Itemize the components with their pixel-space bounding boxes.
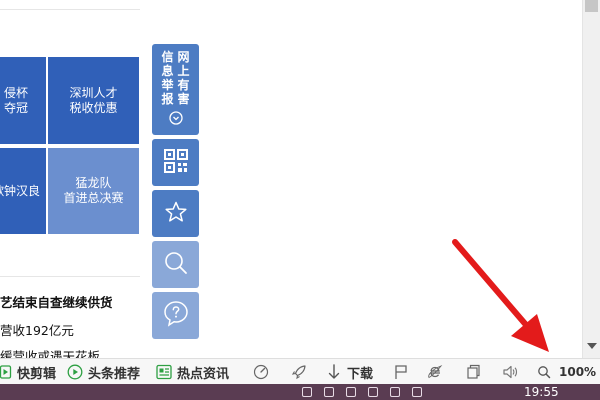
divider	[0, 9, 140, 10]
gauge-icon	[253, 364, 269, 380]
tile-line: 首进总决赛	[63, 191, 124, 205]
news-tile-shenzhen-tax[interactable]: 深圳人才 税收优惠	[48, 57, 139, 144]
search-icon	[163, 250, 189, 280]
os-taskbar: 19:55	[0, 384, 600, 400]
report-harmful-info-button[interactable]: 信 息 举 报 网 上 有 害	[152, 44, 199, 135]
scroll-down-arrow-icon[interactable]	[587, 343, 597, 349]
report-char: 息	[161, 64, 174, 78]
qr-code-icon	[163, 148, 188, 177]
volume-button[interactable]	[502, 359, 518, 385]
hot-news-button[interactable]: 热点资讯	[156, 359, 229, 385]
tile-line: 税收优惠	[69, 100, 118, 115]
webpage-content: 侵杯 夺冠 深圳人才 税收优惠 歌钟汉良 猛龙队 首进总决赛 艺结束自查继续供货…	[0, 0, 582, 358]
tile-line: 夺冠	[3, 100, 28, 115]
search-button[interactable]	[152, 241, 199, 288]
help-button[interactable]	[152, 292, 199, 339]
tray-app-icon[interactable]	[412, 387, 422, 397]
tile-line: 猛龙队	[75, 176, 112, 190]
download-arrow-icon	[328, 364, 340, 380]
play-circle-icon	[67, 364, 83, 380]
tray-app-icon[interactable]	[302, 387, 312, 397]
favorite-button[interactable]	[152, 190, 199, 237]
bookmark-button[interactable]	[394, 359, 408, 385]
rocket-icon	[291, 364, 307, 380]
accelerate-button[interactable]	[291, 359, 307, 385]
quick-clip-button[interactable]: 快剪辑	[0, 359, 56, 385]
news-icon	[156, 364, 172, 380]
news-tile-zhong-hanliang[interactable]: 歌钟汉良	[0, 148, 46, 234]
windows-copy-icon	[466, 364, 480, 380]
report-label: 信 息 举 报 网 上 有 害	[161, 50, 191, 106]
tray-icons	[302, 387, 422, 397]
speed-button[interactable]	[253, 359, 269, 385]
qr-code-button[interactable]	[152, 139, 199, 186]
report-char: 有	[177, 78, 190, 92]
news-headline[interactable]: 艺结束自查继续供货	[0, 292, 113, 311]
news-tile-cup[interactable]: 侵杯 夺冠	[0, 57, 46, 144]
tile-line: 侵杯	[3, 85, 28, 100]
headline-recommend-button[interactable]: 头条推荐	[67, 359, 140, 385]
download-label: 下载	[347, 366, 374, 382]
star-icon	[164, 200, 188, 228]
browser-status-bar: 快剪辑 头条推荐 热点资讯 下载 100%	[0, 358, 600, 384]
download-button[interactable]: 下载	[328, 359, 373, 385]
tray-app-icon[interactable]	[390, 387, 400, 397]
zoom-level: 100%	[559, 365, 597, 379]
report-char: 报	[161, 92, 174, 106]
tile-line: 深圳人才	[69, 85, 118, 100]
speaker-icon	[502, 364, 518, 380]
quick-clip-label: 快剪辑	[17, 366, 57, 382]
tray-app-icon[interactable]	[346, 387, 356, 397]
headline-recommend-label: 头条推荐	[88, 366, 141, 382]
vertical-scrollbar[interactable]	[582, 0, 600, 358]
window-button[interactable]	[466, 359, 480, 385]
flag-icon	[394, 364, 408, 380]
tray-app-icon[interactable]	[324, 387, 334, 397]
ie-icon	[427, 364, 443, 380]
news-headline[interactable]: 缓营收或遇天花板	[0, 346, 100, 358]
divider	[0, 276, 140, 277]
help-icon	[163, 300, 189, 332]
browser-button[interactable]	[427, 359, 443, 385]
report-char: 信	[161, 50, 174, 64]
scrollbar-thumb[interactable]	[585, 0, 598, 12]
news-headline[interactable]: 营收192亿元	[0, 320, 74, 339]
report-char: 害	[177, 92, 190, 106]
zoom-magnifier-icon	[537, 365, 551, 379]
play-icon	[0, 365, 12, 379]
tile-line: 歌钟汉良	[0, 183, 40, 198]
report-char: 网	[177, 50, 190, 64]
report-char: 举	[161, 78, 174, 92]
system-clock[interactable]: 19:55	[524, 385, 559, 399]
zoom-button[interactable]: 100%	[537, 359, 596, 385]
news-tile-raptors[interactable]: 猛龙队 首进总决赛	[48, 148, 139, 234]
hot-news-label: 热点资讯	[177, 366, 230, 382]
chevron-down-circle-icon	[168, 110, 183, 129]
report-char: 上	[177, 64, 190, 78]
tray-app-icon[interactable]	[368, 387, 378, 397]
